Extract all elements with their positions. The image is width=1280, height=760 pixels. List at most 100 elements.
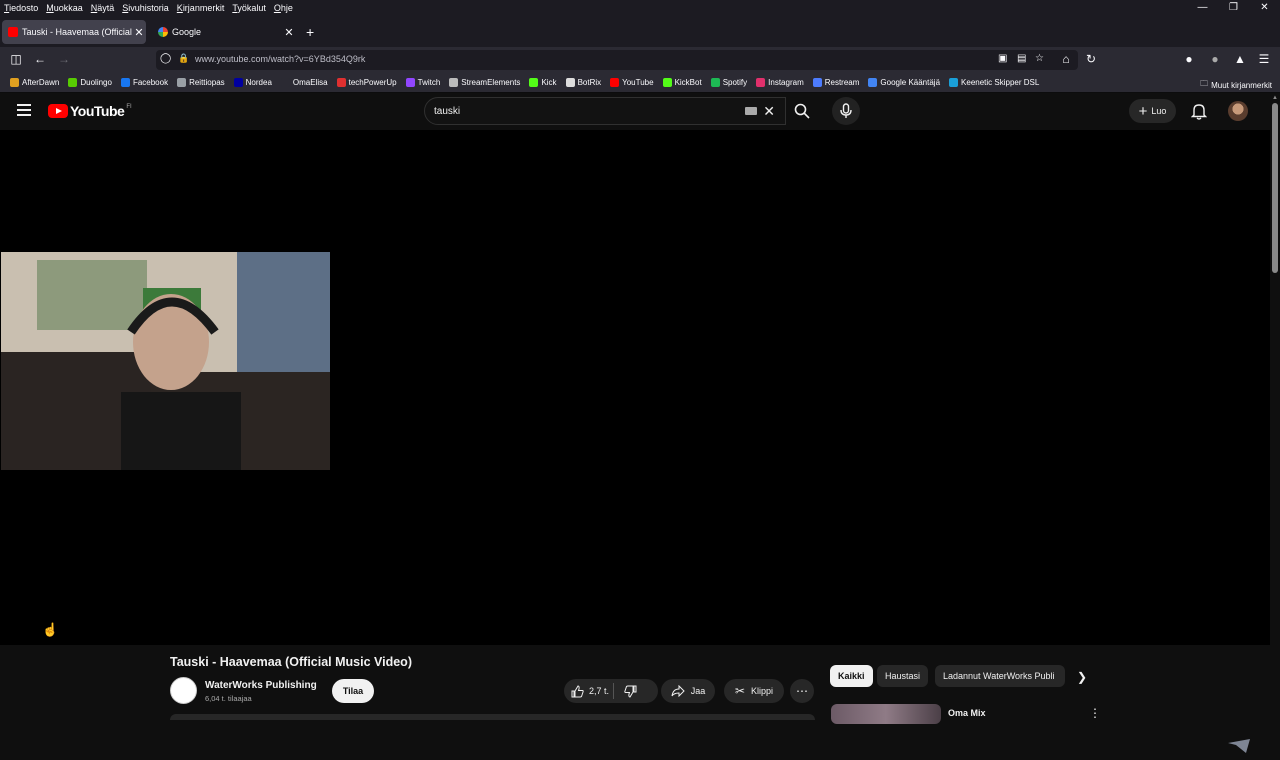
like-count: 2,7 t.	[589, 686, 610, 696]
youtube-logo[interactable]: YouTube FI	[48, 103, 132, 119]
create-button[interactable]: + Luo	[1129, 99, 1176, 123]
share-button[interactable]: Jaa	[661, 679, 715, 703]
bookmark-label: AfterDawn	[22, 78, 60, 87]
chip-uploaded-by[interactable]: Ladannut WaterWorks Publi	[935, 665, 1065, 687]
bookmark-item[interactable]: AfterDawn	[10, 78, 59, 87]
channel-avatar[interactable]	[170, 677, 197, 704]
scrollbar-thumb[interactable]	[1272, 103, 1278, 273]
subscribe-button[interactable]: Tilaa	[332, 679, 374, 703]
tracking-shield-icon[interactable]: ◯	[160, 53, 171, 64]
account-avatar[interactable]	[1228, 101, 1248, 121]
bookmark-item[interactable]: Kick	[529, 78, 557, 87]
bookmark-label: Kick	[541, 78, 557, 87]
bookmark-item[interactable]: YouTube	[610, 78, 654, 87]
channel-name[interactable]: WaterWorks Publishing	[205, 680, 317, 691]
bookmark-item[interactable]: techPowerUp	[336, 78, 397, 87]
extension-globe-icon[interactable]: ●	[1207, 52, 1223, 66]
bookmark-item[interactable]: KickBot	[662, 78, 702, 87]
clear-search-icon[interactable]: ✕	[763, 103, 775, 120]
bookmark-label: Restream	[824, 78, 860, 87]
bookmark-star-icon[interactable]: ☆	[1035, 53, 1044, 64]
more-actions-button[interactable]: ⋯	[790, 679, 814, 703]
sidebar-toggle-icon[interactable]: ◫	[8, 52, 24, 66]
chevron-right-icon[interactable]: ❯	[1077, 670, 1087, 684]
bookmark-item[interactable]: StreamElements	[449, 78, 520, 87]
menu-history[interactable]: Sivuhistoria	[122, 3, 169, 13]
menu-help[interactable]: Ohje	[274, 3, 293, 13]
menu-bookmarks[interactable]: Kirjanmerkit	[177, 3, 225, 13]
close-tab-icon[interactable]: ✕	[132, 26, 146, 39]
recommendation-thumbnail[interactable]	[831, 704, 941, 724]
more-horizontal-icon: ⋯	[796, 684, 808, 698]
menu-edit[interactable]: Muokkaa	[46, 3, 83, 13]
close-window-icon[interactable]: ✕	[1249, 0, 1280, 16]
like-button[interactable]: 2,7 t.	[564, 684, 610, 698]
extension-dark-icon[interactable]: ●	[1181, 52, 1197, 66]
menu-tools[interactable]: Työkalut	[232, 3, 266, 13]
forward-icon[interactable]: →	[56, 52, 72, 66]
bookmark-item[interactable]: Keenetic Skipper DSL	[949, 78, 1039, 87]
address-bar[interactable]: ◯ 🔒 www.youtube.com/watch?v=6YBd354Q9rk …	[156, 50, 1078, 70]
bookmark-favicon-icon	[529, 78, 539, 87]
app-menu-icon[interactable]: ☰	[1256, 52, 1272, 66]
bookmark-item[interactable]: Google Kääntäjä	[868, 78, 940, 87]
page-scrollbar[interactable]: ▲	[1270, 93, 1280, 720]
guide-menu-icon[interactable]	[17, 104, 31, 116]
bookmark-item[interactable]: Restream	[812, 78, 860, 87]
search-button[interactable]	[783, 97, 821, 125]
dislike-button[interactable]	[618, 685, 637, 698]
bookmark-label: Twitch	[417, 78, 441, 87]
menu-view[interactable]: Näytä	[91, 3, 115, 13]
bookmark-item[interactable]: Nordea	[233, 78, 272, 87]
bookmark-item[interactable]: Duolingo	[68, 78, 112, 87]
bookmark-item[interactable]: BotRix	[565, 78, 602, 87]
bookmark-item[interactable]: OmaElisa	[280, 78, 328, 87]
close-tab-icon[interactable]: ✕	[282, 26, 296, 39]
player-overlay-icon[interactable]	[1226, 733, 1252, 755]
tab-google[interactable]: Google ✕	[152, 20, 296, 44]
scroll-up-icon[interactable]: ▲	[1272, 95, 1278, 101]
home-icon[interactable]: ⌂	[1058, 52, 1074, 66]
bookmark-item[interactable]: Twitch	[405, 78, 441, 87]
url-text[interactable]: www.youtube.com/watch?v=6YBd354Q9rk	[195, 54, 365, 64]
bookmark-favicon-icon	[280, 78, 290, 87]
bookmark-item[interactable]: Facebook	[120, 78, 168, 87]
tab-bar: Tauski - Haavemaa (Official Mu ✕ Google …	[0, 16, 1280, 47]
minimize-icon[interactable]: —	[1187, 0, 1218, 16]
search-query[interactable]: tauski	[434, 106, 460, 117]
pip-icon[interactable]: ▣	[998, 53, 1007, 64]
bookmark-item[interactable]: Reittiopas	[177, 78, 225, 87]
extensions-puzzle-icon[interactable]: ▲	[1232, 52, 1248, 66]
chip-from-search[interactable]: Haustasi	[877, 665, 929, 687]
keyboard-icon[interactable]	[745, 107, 757, 115]
reload-icon[interactable]: ↻	[1083, 52, 1099, 66]
mouse-pointer-icon: ☝	[42, 622, 59, 637]
back-icon[interactable]: ←	[32, 52, 48, 66]
other-bookmarks[interactable]: 🗀 Muut kirjanmerkit	[1200, 78, 1272, 92]
notifications-button[interactable]	[1190, 103, 1208, 125]
more-vertical-icon[interactable]: ⋮	[1089, 706, 1101, 720]
restore-icon[interactable]: ❐	[1218, 0, 1249, 16]
lock-icon[interactable]: 🔒	[178, 53, 189, 64]
video-player[interactable]	[0, 130, 1270, 753]
search-icon	[794, 103, 810, 119]
folder-icon: 🗀	[1200, 79, 1209, 88]
bookmark-label: BotRix	[577, 78, 602, 87]
microphone-icon	[840, 103, 852, 118]
search-input[interactable]: tauski ✕	[424, 97, 786, 125]
menu-file[interactable]: Tiedosto	[4, 3, 38, 13]
description-box[interactable]	[170, 714, 815, 720]
recommendation-title[interactable]: Oma Mix	[948, 708, 986, 718]
clip-button[interactable]: ✂ Klippi	[724, 679, 784, 703]
bookmark-item[interactable]: Spotify	[710, 78, 747, 87]
tab-youtube[interactable]: Tauski - Haavemaa (Official Mu ✕	[2, 20, 146, 44]
window-controls: — ❐ ✕	[1187, 0, 1280, 16]
reader-view-icon[interactable]: ▤	[1017, 53, 1026, 64]
bookmark-item[interactable]: Instagram	[756, 78, 804, 87]
bookmark-label: techPowerUp	[348, 78, 397, 87]
chip-all[interactable]: Kaikki	[830, 665, 873, 687]
bookmark-favicon-icon	[610, 78, 620, 87]
bookmark-favicon-icon	[177, 78, 187, 87]
voice-search-button[interactable]	[832, 97, 860, 125]
new-tab-icon[interactable]: +	[306, 24, 314, 40]
